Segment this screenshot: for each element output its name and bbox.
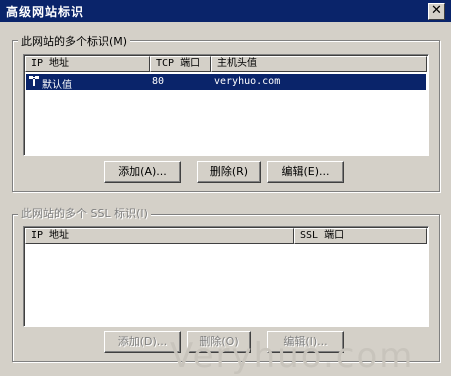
ssl-identities-list-header: IP 地址 SSL 端口 [25, 228, 427, 244]
column-header-host[interactable]: 主机头值 [211, 56, 427, 72]
identities-list-header: IP 地址 TCP 端口 主机头值 [25, 56, 427, 72]
ssl-identities-list[interactable]: IP 地址 SSL 端口 [23, 226, 429, 327]
column-header-ssl-port[interactable]: SSL 端口 [294, 228, 427, 244]
identities-list[interactable]: IP 地址 TCP 端口 主机头值 默认值 80 veryhuo.com [23, 54, 429, 156]
row-host: veryhuo.com [214, 76, 281, 87]
row-ip: 默认值 [42, 80, 72, 91]
add-identity-button[interactable]: 添加(A)... [104, 161, 181, 183]
remove-identity-button[interactable]: 删除(R) [197, 161, 261, 183]
identities-group-legend: 此网站的多个标识(M) [18, 33, 131, 49]
ssl-identities-group-legend: 此网站的多个 SSL 标识(I) [18, 205, 151, 221]
column-header-ip[interactable]: IP 地址 [25, 56, 150, 72]
close-icon: ✕ [431, 3, 442, 18]
column-header-tcp-port[interactable]: TCP 端口 [150, 56, 211, 72]
column-header-ssl-ip[interactable]: IP 地址 [25, 228, 294, 244]
edit-identity-button[interactable]: 编辑(E)... [267, 161, 344, 183]
row-port: 80 [152, 76, 165, 87]
watermark: Veryhuo.com [170, 336, 415, 376]
title-bar: 高级网站标识 ✕ [0, 0, 451, 22]
table-row[interactable]: 默认值 80 veryhuo.com [25, 73, 427, 91]
close-button[interactable]: ✕ [428, 3, 445, 20]
network-icon [28, 75, 40, 90]
window-title: 高级网站标识 [6, 5, 85, 19]
